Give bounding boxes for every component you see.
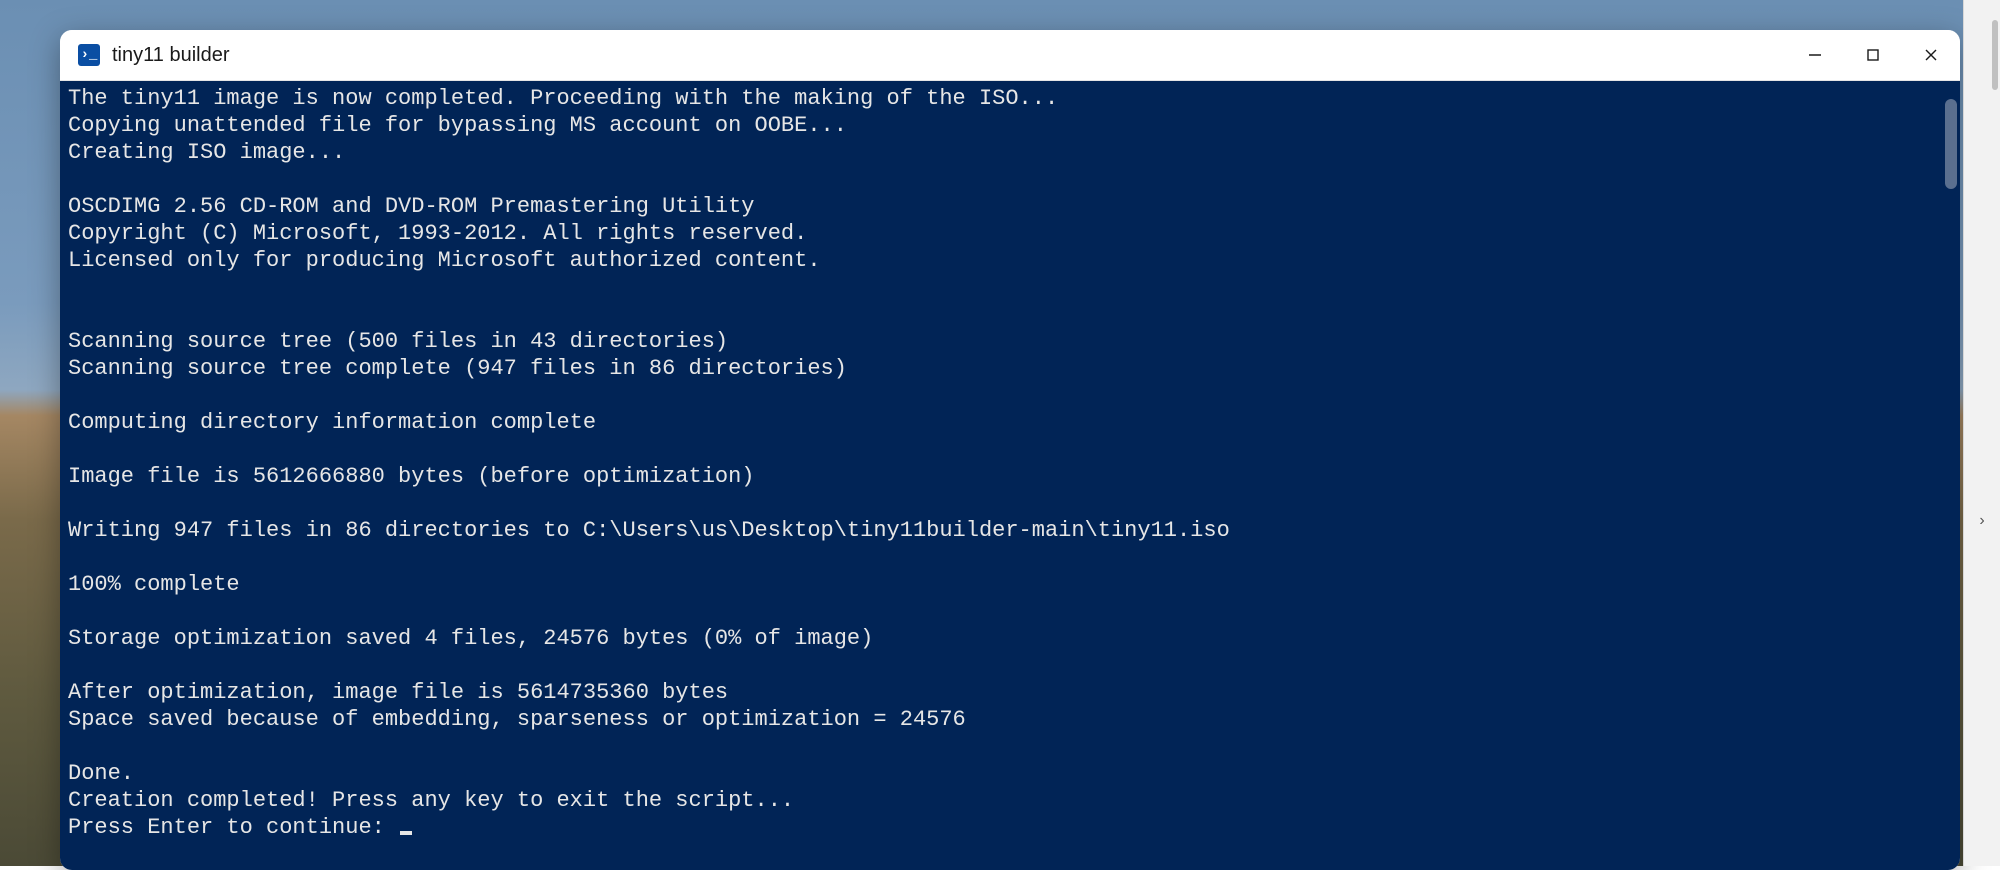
maximize-icon (1866, 48, 1880, 62)
powershell-window: tiny11 builder The tiny11 image is now c… (60, 30, 1960, 870)
titlebar[interactable]: tiny11 builder (60, 30, 1960, 81)
expand-panel-button[interactable]: › (1971, 510, 1993, 532)
minimize-icon (1808, 48, 1822, 62)
chevron-right-icon: › (1979, 512, 1984, 530)
terminal-output[interactable]: The tiny11 image is now completed. Proce… (60, 81, 1942, 870)
close-button[interactable] (1902, 30, 1960, 80)
minimize-button[interactable] (1786, 30, 1844, 80)
window-title: tiny11 builder (112, 44, 229, 67)
window-controls (1786, 30, 1960, 80)
terminal-cursor (400, 831, 412, 835)
title-left: tiny11 builder (60, 44, 1786, 67)
right-panel-scrollbar-thumb[interactable] (1992, 20, 1998, 90)
maximize-button[interactable] (1844, 30, 1902, 80)
client-area: The tiny11 image is now completed. Proce… (60, 81, 1960, 870)
powershell-icon (78, 44, 100, 66)
terminal-scrollbar[interactable] (1942, 81, 1960, 870)
scrollbar-thumb[interactable] (1945, 99, 1957, 189)
close-icon (1924, 48, 1938, 62)
right-edge-panel: › (1963, 0, 2000, 866)
